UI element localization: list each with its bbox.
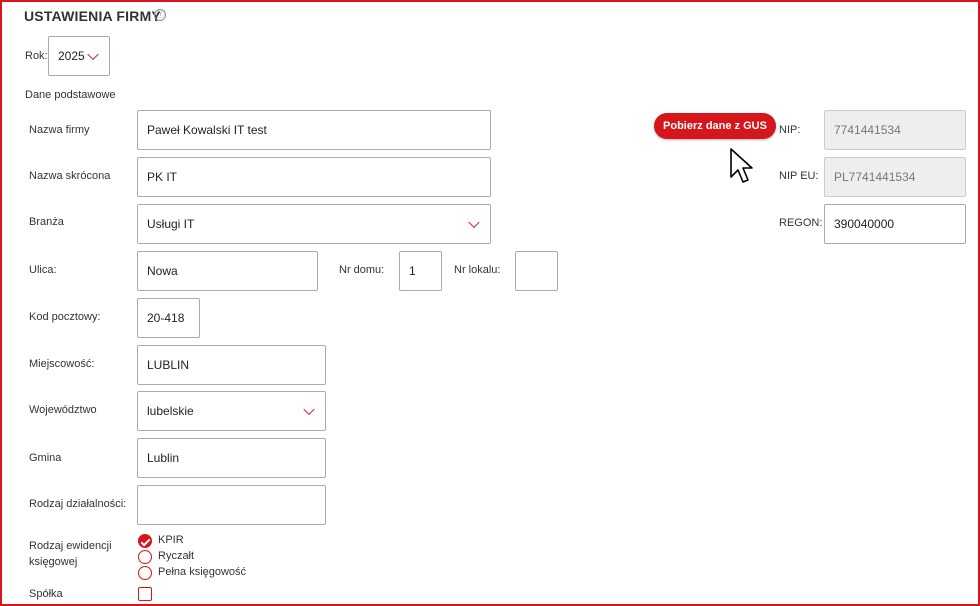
radio-kpir-label: KPIR — [158, 534, 184, 546]
regon-input[interactable]: 390040000 — [824, 204, 966, 244]
street-input[interactable]: Nowa — [137, 251, 318, 291]
business-type-label: Rodzaj działalności: — [29, 498, 127, 510]
postal-code-value: 20-418 — [147, 311, 185, 325]
street-label: Ulica: — [29, 264, 57, 276]
city-input[interactable]: LUBLIN — [137, 345, 326, 385]
radio-kpir[interactable] — [138, 534, 152, 548]
accounting-type-label-line1: Rodzaj ewidencji — [29, 540, 112, 552]
house-number-label: Nr domu: — [339, 264, 385, 276]
company-name-value: Paweł Kowalski IT test — [147, 123, 267, 137]
house-number-value: 1 — [409, 264, 416, 278]
short-name-label: Nazwa skrócona — [29, 170, 111, 182]
year-label: Rok: — [25, 50, 48, 62]
apartment-number-label: Nr lokalu: — [454, 264, 501, 276]
accounting-type-label-line2: księgowej — [29, 556, 78, 568]
partnership-label: Spółka — [29, 588, 63, 600]
chevron-down-icon — [87, 48, 99, 61]
nip-eu-value: PL7741441534 — [834, 170, 916, 184]
house-number-input[interactable]: 1 — [399, 251, 442, 291]
fetch-gus-button[interactable]: Pobierz dane z GUS — [654, 113, 776, 139]
regon-label: REGON: — [779, 217, 823, 229]
industry-select[interactable]: Usługi IT — [137, 204, 491, 244]
industry-label: Branża — [29, 216, 64, 228]
street-value: Nowa — [147, 264, 178, 278]
city-label: Miejscowość: — [29, 358, 95, 370]
postal-code-input[interactable]: 20-418 — [137, 298, 200, 338]
partnership-checkbox[interactable] — [138, 587, 152, 601]
company-name-label: Nazwa firmy — [29, 124, 90, 136]
nip-eu-label: NIP EU: — [779, 170, 819, 182]
voivodeship-select[interactable]: lubelskie — [137, 391, 326, 431]
short-name-value: PK IT — [147, 170, 178, 184]
year-value: 2025 — [58, 49, 85, 63]
voivodeship-value: lubelskie — [147, 404, 194, 418]
nip-input[interactable]: 7741441534 — [824, 110, 966, 150]
radio-pelna-ksiegowosc[interactable] — [138, 566, 152, 580]
business-type-input[interactable] — [137, 485, 326, 525]
radio-pelna-ksiegowosc-label: Pełna księgowość — [158, 566, 247, 578]
nip-label: NIP: — [779, 124, 801, 136]
municipality-input[interactable]: Lublin — [137, 438, 326, 478]
short-name-input[interactable]: PK IT — [137, 157, 491, 197]
settings-panel: USTAWIENIA FIRMY ⓘ Rok: 2025 Dane podsta… — [0, 0, 980, 606]
city-value: LUBLIN — [147, 358, 190, 372]
chevron-down-icon — [303, 403, 315, 416]
radio-ryczalt[interactable] — [138, 550, 152, 564]
voivodeship-label: Województwo — [29, 404, 97, 416]
regon-value: 390040000 — [834, 217, 895, 231]
radio-ryczalt-label: Ryczałt — [158, 550, 195, 562]
company-name-input[interactable]: Paweł Kowalski IT test — [137, 110, 491, 150]
year-select[interactable]: 2025 — [48, 36, 110, 76]
info-icon[interactable]: ⓘ — [154, 9, 166, 21]
industry-value: Usługi IT — [147, 217, 195, 231]
municipality-value: Lublin — [147, 451, 180, 465]
nip-value: 7741441534 — [834, 123, 901, 137]
nip-eu-input[interactable]: PL7741441534 — [824, 157, 966, 197]
section-heading: Dane podstawowe — [25, 89, 116, 101]
apartment-number-input[interactable] — [515, 251, 558, 291]
municipality-label: Gmina — [29, 452, 62, 464]
postal-code-label: Kod pocztowy: — [29, 311, 101, 323]
chevron-down-icon — [468, 216, 480, 229]
mouse-pointer-icon — [730, 148, 753, 183]
page-title: USTAWIENIA FIRMY — [24, 8, 161, 24]
